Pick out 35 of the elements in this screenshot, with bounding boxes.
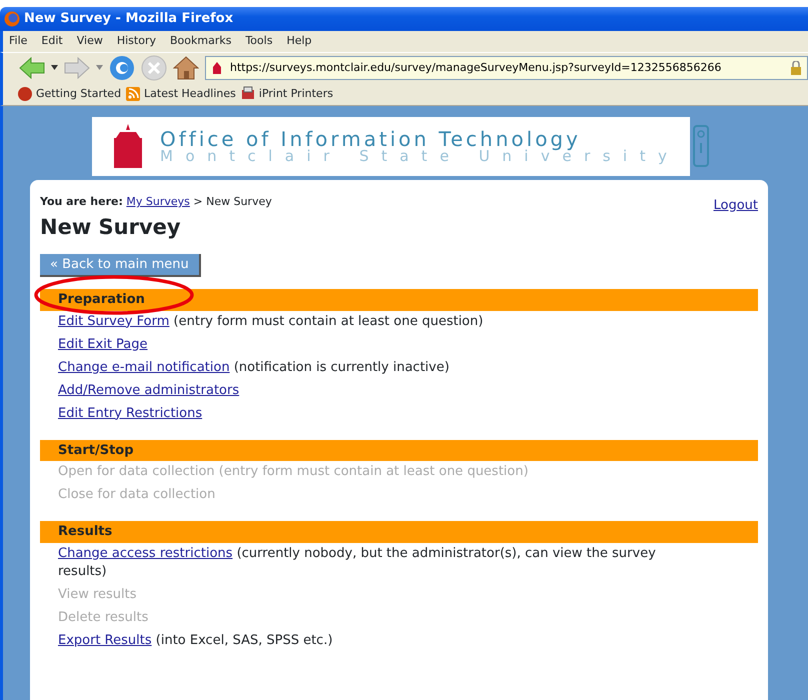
menu-item[interactable]: History — [116, 33, 156, 50]
menu-link[interactable]: Edit Survey Form — [58, 314, 170, 329]
breadcrumb-link[interactable]: My Surveys — [126, 194, 190, 208]
menu-link[interactable]: Export Results — [58, 632, 152, 648]
menu-item[interactable]: Tools — [245, 33, 273, 50]
item-sentence: Change e-mail notification (notification is currently inactive) — [57, 358, 450, 377]
menu-link[interactable]: Change e-mail notification — [58, 360, 230, 375]
window-title: New Survey - Mozilla Firefox — [24, 10, 234, 28]
item-sentence: Export Results (into Excel, SAS, SPSS etc.) — [57, 632, 334, 650]
address-field[interactable]: https://surveys.montclair.edu/survey/manageSurveyMenu.jsp?surveyId=1232556856266 — [205, 56, 808, 80]
section-header: Results — [40, 521, 758, 543]
disabled-item: Close for data collection — [58, 487, 216, 502]
bookmark-link[interactable]: Latest Headlines — [125, 86, 236, 102]
disabled-item: Delete results — [58, 610, 148, 625]
menu-item[interactable]: View — [76, 33, 103, 50]
menu-link[interactable]: Edit Exit Page — [58, 336, 148, 352]
section-header: Start/Stop — [40, 440, 758, 462]
menu-link[interactable]: Add/Remove administrators — [58, 382, 240, 398]
disabled-item: Open for data collection (entry form must contain at least one question) — [58, 464, 528, 480]
menu-link[interactable]: Change access restrictions — [58, 546, 233, 561]
menu-item[interactable]: Bookmarks — [170, 33, 232, 50]
banner-title: Office of Information Technology — [160, 128, 581, 149]
banner-subtitle: Montclair State University — [160, 148, 680, 164]
menu-item[interactable]: File — [9, 33, 28, 50]
menu-item[interactable]: Help — [286, 33, 312, 50]
bookmark-link[interactable]: Getting Started — [17, 86, 122, 102]
item-sentence: Change access restrictions (currently nobody, but the administrator(s), can view the survey results) — [57, 544, 657, 581]
breadcrumb: You are here: My Surveys > New Survey — [40, 194, 272, 210]
disabled-item: View results — [58, 586, 137, 602]
logout-link[interactable]: Logout — [713, 196, 758, 216]
menu-item[interactable]: Edit — [41, 33, 63, 50]
item-sentence: Edit Survey Form (entry form must contain at least one question) — [57, 312, 484, 331]
page-heading: New Survey — [40, 215, 182, 241]
menu-link[interactable]: Edit Entry Restrictions — [58, 406, 202, 421]
bookmark-link[interactable]: iPrint Printers — [240, 86, 334, 102]
